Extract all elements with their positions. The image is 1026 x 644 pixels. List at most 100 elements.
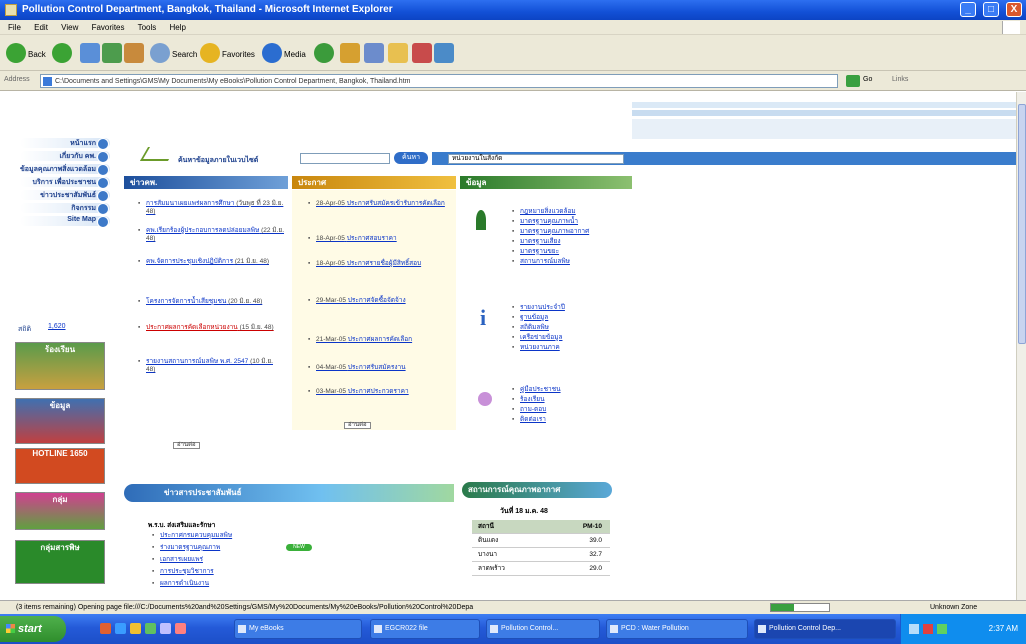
refresh-icon[interactable] xyxy=(102,43,122,63)
announcement-item[interactable]: 28-Apr-05 ประกาศรับสมัครเข้ารับการคัดเลื… xyxy=(308,200,450,208)
pr-news-link[interactable]: ประกาศกรมควบคุมมลพิษ xyxy=(152,532,232,540)
info-link[interactable]: มาตรฐานเสียง xyxy=(512,238,560,246)
news-item[interactable]: โครงการจัดการน้ำเสียชุมชน (20 มิ.ย. 48) xyxy=(138,298,284,306)
announcement-item[interactable]: 29-Mar-05 ประกาศจัดซื้อจัดจ้าง xyxy=(308,297,450,305)
menu-favorites[interactable]: Favorites xyxy=(92,23,125,32)
announcement-item[interactable]: 21-Mar-05 ประกาศผลการคัดเลือก xyxy=(308,336,450,344)
task-button[interactable]: EGCR022 file xyxy=(370,619,480,639)
menu-edit[interactable]: Edit xyxy=(34,23,48,32)
links-button[interactable]: Links xyxy=(892,76,908,83)
go-icon[interactable] xyxy=(846,75,860,87)
maximize-button[interactable]: □ xyxy=(983,2,999,17)
news-item-highlight[interactable]: ประกาศผลการคัดเลือกหน่วยงาน (15 มิ.ย. 48… xyxy=(138,324,284,332)
info-link[interactable]: ติดต่อเรา xyxy=(512,416,546,424)
print-icon[interactable] xyxy=(364,43,384,63)
back-icon[interactable] xyxy=(6,43,26,63)
security-zone: Unknown Zone xyxy=(930,604,978,611)
quicklaunch-icon[interactable] xyxy=(130,623,141,634)
scroll-thumb[interactable] xyxy=(1018,104,1026,344)
task-button[interactable]: PCD : Water Pollution xyxy=(606,619,748,639)
media-icon[interactable] xyxy=(262,43,282,63)
mail-icon[interactable] xyxy=(340,43,360,63)
tray-icon[interactable] xyxy=(937,624,947,634)
info-link[interactable]: สถานการณ์มลพิษ xyxy=(512,258,570,266)
go-button[interactable]: Go xyxy=(863,76,872,83)
nav-env-data[interactable]: ข้อมูลคุณภาพสิ่งแวดล้อม xyxy=(20,164,110,176)
site-search-input[interactable] xyxy=(300,153,390,164)
banner-hotline[interactable]: HOTLINE 1650 xyxy=(15,448,105,484)
col1-more-button[interactable]: อ่านต่อ xyxy=(173,442,200,449)
history-icon[interactable] xyxy=(314,43,334,63)
site-search-button[interactable]: ค้นหา xyxy=(394,152,428,164)
nav-pr-news[interactable]: ข่าวประชาสัมพันธ์ xyxy=(20,190,110,202)
menu-file[interactable]: File xyxy=(8,23,21,32)
nav-home[interactable]: หน้าแรก xyxy=(20,138,110,150)
favorites-label[interactable]: Favorites xyxy=(222,50,255,59)
nav-activities[interactable]: กิจกรรม xyxy=(20,203,110,215)
news-item[interactable]: การสัมมนาเผยแพร่ผลการศึกษา (วันพุธ ที่ 2… xyxy=(138,200,284,216)
info-link[interactable]: ถาม-ตอบ xyxy=(512,406,546,414)
banner-complaint[interactable]: ร้องเรียน xyxy=(15,342,105,390)
stop-icon[interactable] xyxy=(80,43,100,63)
quicklaunch-icon[interactable] xyxy=(145,623,156,634)
pr-news-link[interactable]: การประชุมวิชาการ xyxy=(152,568,214,576)
news-item[interactable]: รายงานสถานการณ์มลพิษ พ.ศ. 2547 (10 มิ.ย.… xyxy=(138,358,284,374)
search-label[interactable]: Search xyxy=(172,50,197,59)
banner-info[interactable]: ข้อมูล xyxy=(15,398,105,444)
pr-news-link[interactable]: ผลการดำเนินงาน xyxy=(152,580,209,588)
address-input[interactable]: C:\Documents and Settings\GMS\My Documen… xyxy=(40,74,838,88)
info-link[interactable]: มาตรฐานขยะ xyxy=(512,248,559,256)
search-icon[interactable] xyxy=(150,43,170,63)
tray-icon[interactable] xyxy=(909,624,919,634)
tray-icon[interactable] xyxy=(923,624,933,634)
task-button[interactable]: Pollution Control... xyxy=(486,619,600,639)
info-link[interactable]: รายงานประจำปี xyxy=(512,304,565,312)
info-link[interactable]: กฎหมายสิ่งแวดล้อม xyxy=(512,208,576,216)
news-item[interactable]: คพ.เรียกร้องผู้ประกอบการลดปล่อยมลพิษ (22… xyxy=(138,227,284,243)
forward-icon[interactable] xyxy=(52,43,72,63)
task-button[interactable]: My eBooks xyxy=(234,619,362,639)
info-link[interactable]: ฐานข้อมูล xyxy=(512,314,548,322)
pr-news-link[interactable]: เอกสารเผยแพร่ xyxy=(152,556,203,564)
info-link[interactable]: เครือข่ายข้อมูล xyxy=(512,334,563,342)
info-link[interactable]: สถิติมลพิษ xyxy=(512,324,549,332)
quicklaunch-icon[interactable] xyxy=(115,623,126,634)
announcement-item[interactable]: 04-Mar-05 ประกาศรับสมัครงาน xyxy=(308,364,450,372)
menu-tools[interactable]: Tools xyxy=(138,23,157,32)
quicklaunch-icon[interactable] xyxy=(100,623,111,634)
close-button[interactable]: X xyxy=(1006,2,1022,17)
stats-link[interactable]: 1,620 xyxy=(48,323,66,330)
minimize-button[interactable]: _ xyxy=(960,2,976,17)
media-label[interactable]: Media xyxy=(284,50,306,59)
discuss-icon[interactable] xyxy=(434,43,454,63)
clock[interactable]: 2:37 AM xyxy=(989,624,1018,633)
quicklaunch-icon[interactable] xyxy=(175,623,186,634)
start-button[interactable]: start xyxy=(0,616,66,642)
nav-services[interactable]: บริการ เพื่อประชาชน xyxy=(20,177,110,189)
col2-more-button[interactable]: อ่านต่อ xyxy=(344,422,371,429)
quicklaunch-icon[interactable] xyxy=(160,623,171,634)
nav-about[interactable]: เกี่ยวกับ คพ. xyxy=(20,151,110,163)
info-link[interactable]: หน่วยงานภาค xyxy=(512,344,560,352)
vertical-scrollbar[interactable] xyxy=(1016,92,1026,600)
banner-toxic[interactable]: กลุ่มสารพิษ xyxy=(15,540,105,584)
menu-help[interactable]: Help xyxy=(170,23,186,32)
favorites-icon[interactable] xyxy=(200,43,220,63)
info-link[interactable]: ร้องเรียน xyxy=(512,396,544,404)
banner-group[interactable]: กลุ่ม xyxy=(15,492,105,530)
info-link[interactable]: มาตรฐานคุณภาพอากาศ xyxy=(512,228,589,236)
menu-view[interactable]: View xyxy=(61,23,78,32)
task-button-active[interactable]: Pollution Control Dep... xyxy=(754,619,896,639)
nav-sitemap[interactable]: Site Map xyxy=(20,216,110,228)
announcement-item[interactable]: 18-Apr-05 ประกาศรายชื่อผู้มีสิทธิ์สอบ xyxy=(308,260,450,268)
announcement-item[interactable]: 18-Apr-05 ประกาศสอบราคา xyxy=(308,235,450,243)
department-select[interactable]: หน่วยงานในสังกัด xyxy=(448,154,624,164)
news-item[interactable]: คพ.จัดการประชุมเชิงปฏิบัติการ (21 มิ.ย. … xyxy=(138,258,284,266)
pr-news-link[interactable]: ร่างมาตรฐานคุณภาพ xyxy=(152,544,220,552)
announcement-item[interactable]: 03-Mar-05 ประกาศประกวดราคา xyxy=(308,388,450,396)
folder-icon[interactable] xyxy=(388,43,408,63)
info-link[interactable]: คู่มือประชาชน xyxy=(512,386,560,394)
info-link[interactable]: มาตรฐานคุณภาพน้ำ xyxy=(512,218,578,226)
home-icon[interactable] xyxy=(124,43,144,63)
messenger-icon[interactable] xyxy=(412,43,432,63)
